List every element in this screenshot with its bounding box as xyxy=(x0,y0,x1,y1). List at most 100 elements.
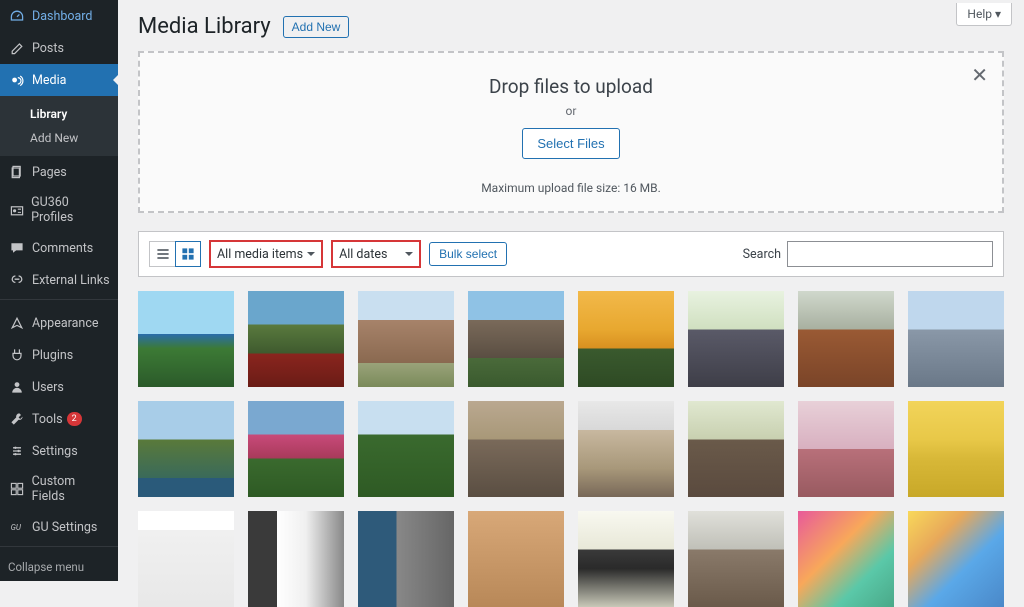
sidebar-item-comments[interactable]: Comments xyxy=(0,232,118,264)
sidebar-item-tools[interactable]: Tools 2 xyxy=(0,403,118,435)
media-thumbnail[interactable] xyxy=(578,291,674,387)
sidebar-item-media[interactable]: Media xyxy=(0,64,118,96)
sidebar-item-label: Appearance xyxy=(32,316,99,331)
thumbnail-image xyxy=(578,291,674,387)
grid-icon xyxy=(180,246,196,262)
gu360-profiles-icon xyxy=(8,201,25,219)
close-icon[interactable]: ✕ xyxy=(971,63,988,87)
submenu-item[interactable]: Library xyxy=(0,102,118,126)
sidebar-item-label: GU360 Profiles xyxy=(31,195,110,225)
svg-text:GU: GU xyxy=(11,523,22,532)
comments-icon xyxy=(8,239,26,257)
thumbnail-image xyxy=(248,511,344,607)
badge: 2 xyxy=(67,412,82,427)
media-thumbnail[interactable] xyxy=(358,511,454,607)
grid-view-button[interactable] xyxy=(175,241,201,267)
thumbnail-image xyxy=(688,401,784,497)
sidebar-item-label: GU Settings xyxy=(32,520,97,535)
sidebar-item-settings[interactable]: Settings xyxy=(0,435,118,467)
sidebar-item-label: Custom Fields xyxy=(32,474,110,504)
collapse-label: Collapse menu xyxy=(8,560,84,574)
gu-settings-icon: GU xyxy=(8,518,26,536)
thumbnail-image xyxy=(908,291,1004,387)
collapse-menu[interactable]: Collapse menu xyxy=(0,553,118,581)
thumbnail-image xyxy=(248,401,344,497)
sidebar-item-gu360-profiles[interactable]: GU360 Profiles xyxy=(0,188,118,232)
media-thumbnail[interactable] xyxy=(358,291,454,387)
thumbnail-image xyxy=(358,291,454,387)
submenu-media: LibraryAdd New xyxy=(0,96,118,156)
media-thumbnail[interactable] xyxy=(688,401,784,497)
posts-icon xyxy=(8,39,26,57)
thumbnail-image xyxy=(688,291,784,387)
view-toggle xyxy=(149,241,201,267)
sidebar-item-label: External Links xyxy=(32,273,110,288)
upload-dropzone[interactable]: ✕ Drop files to upload or Select Files M… xyxy=(138,51,1004,213)
sidebar-item-dashboard[interactable]: Dashboard xyxy=(0,0,118,32)
media-thumbnail[interactable] xyxy=(248,401,344,497)
sidebar-item-label: Pages xyxy=(32,165,67,180)
sidebar-item-posts[interactable]: Posts xyxy=(0,32,118,64)
thumbnail-image xyxy=(798,401,894,497)
dropzone-note: Maximum upload file size: 16 MB. xyxy=(140,181,1002,195)
search-input[interactable] xyxy=(787,241,993,267)
media-thumbnail[interactable] xyxy=(688,511,784,607)
media-thumbnail[interactable] xyxy=(138,291,234,387)
sidebar-item-gu-settings[interactable]: GU GU Settings xyxy=(0,511,118,543)
thumbnail-image xyxy=(248,291,344,387)
help-tab[interactable]: Help ▾ xyxy=(956,3,1012,26)
media-thumbnail[interactable] xyxy=(578,401,674,497)
sidebar-item-external-links[interactable]: External Links xyxy=(0,264,118,296)
list-view-button[interactable] xyxy=(149,241,175,267)
bulk-select-button[interactable]: Bulk select xyxy=(429,242,507,266)
menu-separator xyxy=(0,546,118,551)
admin-sidebar: DashboardPosts Media LibraryAdd New Pages GU… xyxy=(0,0,118,581)
select-files-button[interactable]: Select Files xyxy=(522,128,619,159)
sidebar-item-label: Comments xyxy=(32,241,93,256)
settings-icon xyxy=(8,442,26,460)
media-grid xyxy=(138,291,1004,607)
sidebar-item-custom-fields[interactable]: Custom Fields xyxy=(0,467,118,511)
main-content: Help ▾ Media Library Add New ✕ Drop file… xyxy=(118,0,1024,581)
thumbnail-image xyxy=(798,511,894,607)
media-thumbnail[interactable] xyxy=(138,401,234,497)
media-thumbnail[interactable] xyxy=(248,511,344,607)
sidebar-item-plugins[interactable]: Plugins xyxy=(0,339,118,371)
media-thumbnail[interactable] xyxy=(908,291,1004,387)
media-thumbnail[interactable] xyxy=(248,291,344,387)
media-thumbnail[interactable] xyxy=(798,401,894,497)
thumbnail-image xyxy=(578,511,674,607)
media-thumbnail[interactable] xyxy=(468,401,564,497)
media-thumbnail[interactable] xyxy=(358,401,454,497)
media-thumbnail[interactable] xyxy=(798,511,894,607)
add-new-button[interactable]: Add New xyxy=(283,16,350,38)
media-icon xyxy=(8,71,26,89)
submenu-item[interactable]: Add New xyxy=(0,126,118,150)
media-thumbnail[interactable] xyxy=(468,511,564,607)
sidebar-item-users[interactable]: Users xyxy=(0,371,118,403)
thumbnail-image xyxy=(358,511,454,607)
sidebar-item-appearance[interactable]: Appearance xyxy=(0,307,118,339)
thumbnail-image xyxy=(138,511,234,607)
date-filter[interactable]: All dates xyxy=(331,240,421,268)
dashboard-icon xyxy=(8,7,26,25)
media-thumbnail[interactable] xyxy=(908,511,1004,607)
appearance-icon xyxy=(8,314,26,332)
media-thumbnail[interactable] xyxy=(908,401,1004,497)
media-thumbnail[interactable] xyxy=(468,291,564,387)
media-thumbnail[interactable] xyxy=(578,511,674,607)
media-thumbnail[interactable] xyxy=(688,291,784,387)
media-type-filter[interactable]: All media items xyxy=(209,240,323,268)
sidebar-item-label: Media xyxy=(32,73,66,88)
plugins-icon xyxy=(8,346,26,364)
users-icon xyxy=(8,378,26,396)
thumbnail-image xyxy=(468,291,564,387)
tools-icon xyxy=(8,410,26,428)
thumbnail-image xyxy=(688,511,784,607)
media-thumbnail[interactable] xyxy=(798,291,894,387)
sidebar-item-label: Tools xyxy=(32,412,63,427)
sidebar-item-pages[interactable]: Pages xyxy=(0,156,118,188)
media-thumbnail[interactable] xyxy=(138,511,234,607)
external-links-icon xyxy=(8,271,26,289)
page-title-row: Media Library Add New xyxy=(138,14,1004,39)
